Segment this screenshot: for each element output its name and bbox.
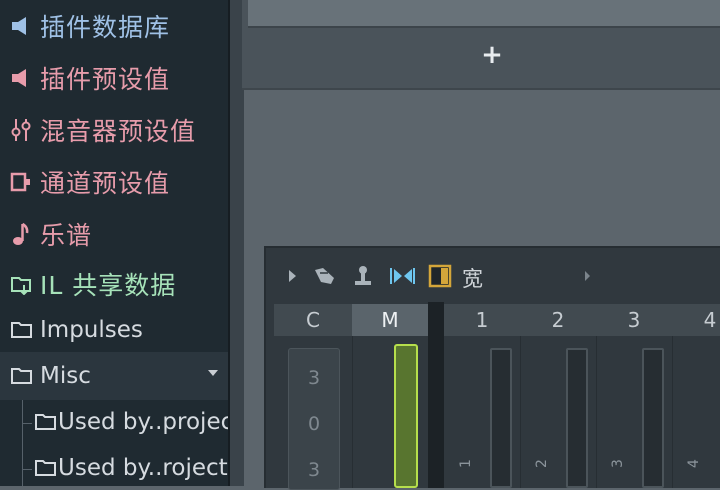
mixer-track-header[interactable]: 4	[672, 304, 720, 336]
music-note-icon	[10, 221, 40, 247]
speaker-icon	[10, 15, 40, 37]
column-divider	[672, 336, 673, 488]
folder-icon	[10, 319, 40, 341]
meter-number: 3	[307, 367, 321, 389]
hand-icon[interactable]	[312, 264, 340, 288]
master-fader[interactable]	[394, 344, 418, 488]
mixer-sliders-icon	[10, 117, 40, 143]
browser-item-il-shared-data[interactable]: IL 共享数据	[0, 260, 228, 308]
browser-item-label: 插件数据库	[40, 13, 171, 42]
folder-icon	[34, 411, 58, 433]
browser-item-label: 通道预设值	[40, 169, 171, 198]
mixer-track-header[interactable]: 3	[596, 304, 672, 336]
top-strip	[248, 0, 720, 28]
channel-icon	[10, 171, 40, 193]
browser-item-misc[interactable]: Misc	[0, 352, 228, 400]
browser-item-used-by-rojects[interactable]: Used by..rojects	[0, 444, 230, 486]
mixer-track-fader[interactable]	[566, 348, 588, 488]
track-number-label: 4	[686, 459, 702, 468]
browser-panel: 插件数据库 插件预设值 混音器预设值 通道预设值 乐谱 IL 共享数据 Impu…	[0, 0, 230, 486]
browser-item-label: 乐谱	[40, 221, 93, 250]
browser-item-plugin-presets[interactable]: 插件预设值	[0, 54, 228, 102]
browser-item-label: Impulses	[40, 317, 143, 343]
track-number-label: 3	[610, 459, 626, 468]
browser-item-label: Used by..rojects	[58, 455, 230, 481]
column-divider	[596, 336, 597, 488]
meter-number: 0	[307, 413, 321, 435]
folder-icon	[34, 457, 58, 479]
column-divider	[520, 336, 521, 488]
mixer-track-fader[interactable]	[490, 348, 512, 488]
browser-item-channel-presets[interactable]: 通道预设值	[0, 158, 228, 206]
master-separator	[428, 302, 444, 488]
browser-item-used-by-projects[interactable]: Used by..projects	[0, 398, 230, 446]
folder-icon	[10, 365, 40, 387]
browser-item-mixer-presets[interactable]: 混音器预设值	[0, 106, 228, 154]
browser-item-label: 插件预设值	[40, 65, 171, 94]
mixer-track-header[interactable]: 2	[520, 304, 596, 336]
chevron-down-icon[interactable]	[208, 370, 218, 376]
mixer-track-header[interactable]: 1	[444, 304, 520, 336]
browser-item-scores[interactable]: 乐谱	[0, 210, 228, 258]
column-divider	[352, 336, 353, 488]
arrows-in-icon[interactable]	[388, 264, 416, 288]
mixer-toolbar: 宽	[266, 248, 720, 302]
browser-item-label: Used by..projects	[58, 409, 230, 435]
browser-item-impulses[interactable]: Impulses	[0, 306, 228, 354]
mixer-header-row: C M 1 2 3 4	[274, 304, 720, 336]
mixer-master-header[interactable]: M	[352, 304, 428, 336]
mixer-title: 宽	[462, 267, 483, 291]
mixer-window: 宽 C M 1 2 3 4 3 0 3 1 2 3 4	[264, 246, 720, 490]
panel-toggle-icon[interactable]	[428, 264, 452, 288]
current-strip-meter[interactable]: 3 0 3	[288, 348, 340, 490]
speaker-icon	[10, 67, 40, 89]
chevron-right-icon[interactable]	[584, 264, 592, 288]
browser-item-label: Misc	[40, 363, 91, 389]
meter-number: 3	[307, 459, 321, 481]
browser-item-label: 混音器预设值	[40, 117, 197, 146]
mixer-track-fader[interactable]	[642, 348, 664, 488]
folder-shared-icon	[10, 273, 40, 295]
browser-item-label: IL 共享数据	[40, 271, 177, 300]
browser-item-plugin-database[interactable]: 插件数据库	[0, 2, 228, 50]
play-arrow-icon[interactable]	[288, 264, 298, 288]
pin-icon[interactable]	[352, 264, 374, 288]
add-button[interactable]: +	[478, 40, 506, 70]
track-number-label: 2	[534, 459, 550, 468]
mixer-track-header[interactable]: C	[274, 304, 352, 336]
track-number-label: 1	[458, 459, 474, 468]
